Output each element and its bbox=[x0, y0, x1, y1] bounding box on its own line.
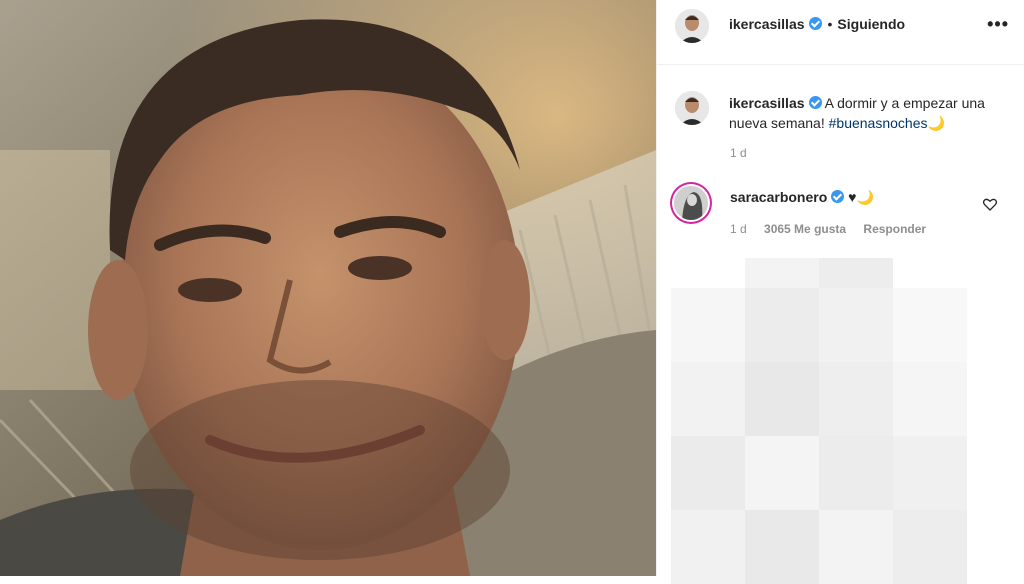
author-avatar[interactable] bbox=[675, 9, 709, 43]
comment-time[interactable]: 1 d bbox=[730, 222, 747, 236]
caption-hashtag-link[interactable]: #buenasnoches bbox=[829, 115, 928, 131]
verified-badge-icon bbox=[831, 190, 845, 203]
post-details-panel: ikercasillas • Siguiendo ••• ikercasillas … bbox=[656, 0, 1024, 584]
caption-avatar-image bbox=[675, 91, 709, 125]
follow-status-button[interactable]: Siguiendo bbox=[837, 16, 905, 32]
post-time[interactable]: 1 d bbox=[730, 146, 747, 160]
separator-dot: • bbox=[827, 16, 833, 32]
verified-badge-icon bbox=[808, 17, 822, 30]
like-comment-heart-icon[interactable] bbox=[982, 196, 998, 212]
pixelated-area bbox=[671, 258, 1024, 584]
post-header: ikercasillas • Siguiendo ••• bbox=[657, 0, 1024, 65]
commenter-avatar[interactable] bbox=[674, 186, 708, 220]
author-avatar-image bbox=[675, 9, 709, 43]
header-line: ikercasillas • Siguiendo bbox=[729, 16, 905, 32]
post-photo[interactable] bbox=[0, 0, 656, 576]
comment-line: saracarbonero ♥🌙 bbox=[730, 189, 874, 206]
comment-reply-button[interactable]: Responder bbox=[863, 222, 926, 236]
comment-meta: 1 d 3065 Me gusta Responder bbox=[730, 222, 926, 236]
moon-emoji-icon: 🌙 bbox=[927, 115, 945, 131]
verified-badge-icon bbox=[808, 96, 822, 109]
author-username[interactable]: ikercasillas bbox=[729, 16, 805, 32]
post-caption: ikercasillas A dormir y a empezar una nu… bbox=[729, 93, 999, 133]
selfie-image bbox=[0, 0, 656, 576]
commenter-username[interactable]: saracarbonero bbox=[730, 189, 827, 205]
caption-avatar[interactable] bbox=[675, 91, 709, 125]
caption-username[interactable]: ikercasillas bbox=[729, 95, 805, 111]
more-options-icon[interactable]: ••• bbox=[987, 14, 1009, 35]
commenter-avatar-image bbox=[674, 186, 708, 220]
comment-likes[interactable]: 3065 Me gusta bbox=[764, 222, 846, 236]
moon-emoji-icon: 🌙 bbox=[856, 189, 874, 205]
